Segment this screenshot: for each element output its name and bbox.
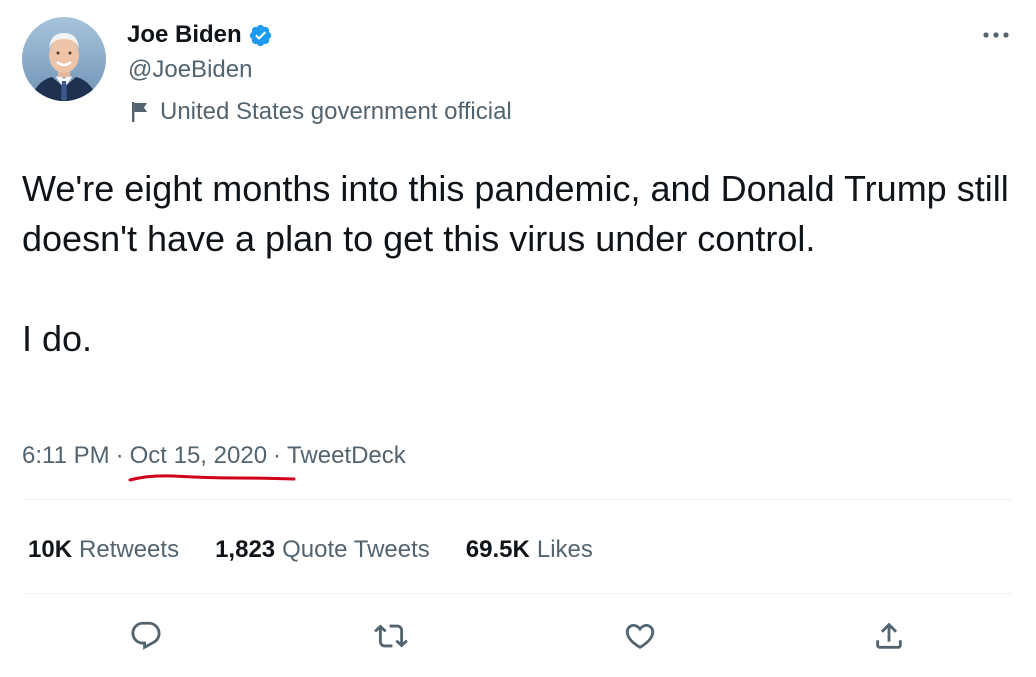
tweet-metadata: 6:11 PM · Oct 15, 2020 · TweetDeck (22, 440, 406, 472)
divider (22, 499, 1012, 500)
likes-label: Likes (536, 536, 593, 563)
quote-tweets-count: 1,823 (215, 536, 276, 563)
display-name[interactable]: Joe Biden (127, 21, 242, 49)
retweet-button[interactable] (371, 616, 411, 656)
tweet-detail: Joe Biden @JoeBiden United States govern… (0, 0, 1036, 677)
separator: · (115, 442, 124, 469)
like-icon (625, 623, 655, 649)
more-icon (983, 32, 1009, 38)
tweet-text-paragraph: I do. (22, 318, 93, 359)
share-button[interactable] (869, 616, 909, 656)
likes-stat[interactable]: 69.5K Likes (466, 536, 593, 564)
retweet-icon (374, 624, 408, 648)
verified-badge-icon (248, 23, 273, 48)
retweets-stat[interactable]: 10K Retweets (28, 536, 179, 564)
avatar-image (22, 17, 106, 101)
likes-count: 69.5K (465, 536, 530, 563)
quote-tweets-stat[interactable]: 1,823 Quote Tweets (215, 536, 430, 564)
separator: · (273, 442, 282, 469)
retweets-count: 10K (28, 536, 73, 563)
reply-button[interactable] (126, 616, 166, 656)
flag-icon (130, 101, 150, 123)
handle[interactable]: @JoeBiden (128, 56, 252, 84)
divider (22, 593, 1012, 594)
reply-icon (131, 621, 161, 650)
tweet-text-paragraph: We're eight months into this pandemic, a… (22, 168, 1009, 259)
tweet-source[interactable]: TweetDeck (287, 442, 406, 470)
tweet-text: We're eight months into this pandemic, a… (22, 164, 1012, 364)
quote-tweets-label: Quote Tweets (282, 536, 430, 563)
government-label[interactable]: United States government official (130, 97, 512, 127)
more-options-button[interactable] (978, 22, 1014, 48)
share-icon (876, 622, 902, 649)
red-underline-annotation (128, 474, 296, 482)
avatar[interactable] (22, 17, 106, 101)
tweet-date[interactable]: Oct 15, 2020 (130, 442, 267, 470)
author-name-row: Joe Biden (127, 20, 273, 50)
engagement-stats: 10K Retweets 1,823 Quote Tweets 69.5K Likes (28, 534, 629, 566)
tweet-time[interactable]: 6:11 PM (22, 442, 110, 470)
like-button[interactable] (620, 616, 660, 656)
retweets-label: Retweets (79, 536, 180, 563)
government-label-text: United States government official (160, 98, 512, 125)
